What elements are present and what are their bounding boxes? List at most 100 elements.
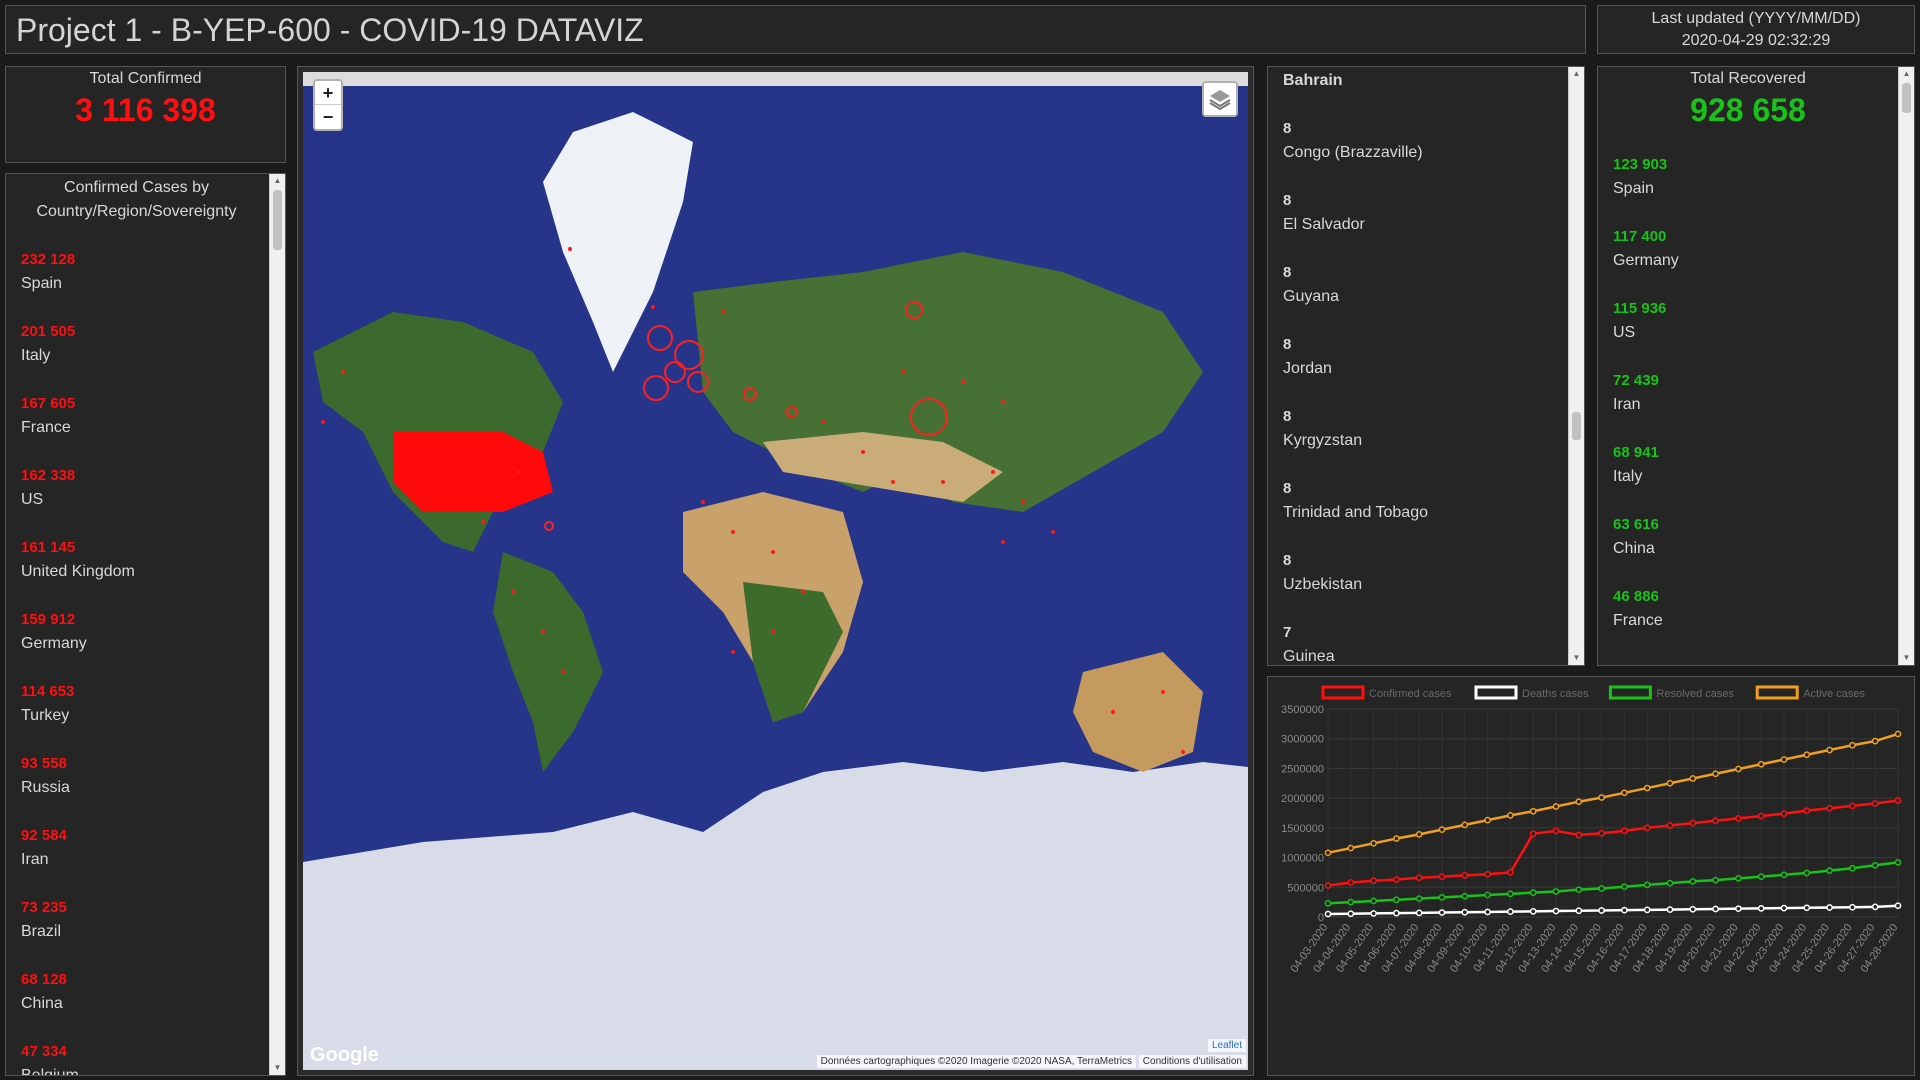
data-point [1689, 877, 1697, 885]
data-point [1484, 908, 1491, 916]
data-point [1370, 877, 1377, 885]
list-item-count: 46 886 [1613, 588, 1659, 605]
recovered-list-scrollbar[interactable]: ▲ ▼ [1898, 67, 1914, 665]
data-point [1757, 873, 1765, 880]
scroll-thumb[interactable] [1572, 412, 1581, 440]
confirmed-list-scrollbar[interactable]: ▲ ▼ [269, 174, 285, 1075]
list-item-country: Germany [21, 635, 87, 652]
list-item: 68 941 Italy [1598, 441, 1914, 489]
scroll-up-arrow-icon[interactable]: ▲ [1899, 67, 1914, 81]
data-point [1507, 869, 1514, 876]
data-point [1484, 870, 1491, 878]
total-confirmed-value: 3 116 398 [75, 92, 216, 128]
map-attribution: Données cartographiques ©2020 Imagerie ©… [816, 1055, 1136, 1068]
total-recovered-panel[interactable]: Total Recovered 928 658 123 903 Spain 117… [1597, 66, 1915, 666]
data-point [1666, 822, 1674, 829]
data-point [1689, 905, 1697, 913]
data-point [1552, 827, 1560, 835]
list-item-count: 63 616 [1613, 516, 1659, 533]
list-item-count: 114 653 [21, 683, 75, 700]
list-item: 72 439 Iran [1598, 369, 1914, 417]
zoom-in-button[interactable]: + [315, 81, 341, 105]
data-point [1415, 831, 1423, 838]
world-map[interactable]: + − Google Données cartographiques ©2020… [303, 72, 1248, 1070]
list-item-country: Russia [21, 779, 70, 796]
data-point [1849, 864, 1856, 872]
scroll-up-arrow-icon[interactable]: ▲ [270, 174, 285, 188]
list-item: 117 400 Germany [1598, 225, 1914, 273]
list-item-country: Uzbekistan [1283, 576, 1363, 593]
deaths-list-scrollbar[interactable]: ▲ ▼ [1568, 67, 1584, 665]
legend-label: Active cases [1803, 688, 1865, 700]
list-item: 114 653 Turkey [6, 680, 285, 728]
map-panel[interactable]: + − Google Données cartographiques ©2020… [297, 66, 1254, 1076]
data-point [1666, 906, 1674, 913]
data-point [1643, 881, 1651, 889]
data-point [1370, 897, 1377, 905]
confirmed-list-panel[interactable]: Confirmed Cases by Country/Region/Sovere… [5, 173, 286, 1076]
data-point [1461, 892, 1469, 900]
data-point [1735, 765, 1742, 773]
list-item-count: 117 400 [1613, 228, 1667, 245]
list-item-count: 8 [1283, 120, 1292, 137]
data-point [1689, 819, 1697, 827]
list-item-count: 68 128 [21, 971, 67, 988]
data-point [1552, 888, 1560, 895]
list-item: 46 886 France [1598, 585, 1914, 633]
data-point [1575, 798, 1583, 806]
list-item-count: 72 439 [1613, 372, 1659, 389]
terms-link[interactable]: Conditions d'utilisation [1138, 1055, 1246, 1068]
scroll-thumb[interactable] [1902, 83, 1911, 113]
y-tick-label: 3500000 [1281, 704, 1324, 716]
y-tick-label: 500000 [1287, 882, 1324, 894]
list-item-count: 8 [1283, 192, 1292, 209]
layers-button[interactable] [1202, 81, 1238, 117]
list-item: 8 Guyana [1268, 261, 1584, 309]
scroll-down-arrow-icon[interactable]: ▼ [1899, 651, 1914, 665]
legend-swatch [1474, 685, 1518, 700]
data-point [1598, 829, 1605, 837]
y-tick-label: 1000000 [1281, 853, 1324, 865]
data-point [1803, 807, 1811, 814]
data-point [1643, 824, 1651, 832]
list-item: 162 338 US [6, 464, 285, 512]
data-point [1324, 882, 1332, 889]
deaths-list-panel[interactable]: Bahrain 8 Congo (Brazzaville) 8 El Salvado… [1267, 66, 1585, 666]
data-point [1780, 871, 1788, 879]
data-point [1415, 874, 1423, 882]
data-point [1849, 903, 1856, 911]
scroll-thumb[interactable] [273, 190, 282, 250]
list-item-country: France [21, 419, 71, 436]
list-item-count: 92 584 [21, 827, 67, 844]
data-point [1529, 830, 1537, 838]
legend-swatch [1755, 685, 1799, 700]
list-item-country: US [21, 491, 44, 508]
leaflet-link[interactable]: Leaflet [1207, 1039, 1246, 1052]
data-point [1415, 909, 1423, 917]
data-point [1324, 899, 1332, 907]
list-item-country: Iran [1613, 396, 1641, 413]
total-confirmed-panel: Total Confirmed 3 116 398 [5, 66, 286, 163]
data-point [1712, 905, 1719, 913]
scroll-up-arrow-icon[interactable]: ▲ [1569, 67, 1584, 81]
zoom-out-button[interactable]: − [315, 105, 341, 129]
list-item: 63 616 China [1598, 513, 1914, 561]
series-line [1327, 904, 1899, 916]
cases-line-chart: Confirmed cases Deaths cases Resolved case… [1281, 685, 1902, 975]
list-item-count: 73 235 [21, 899, 67, 916]
list-item-country: Germany [1613, 252, 1679, 269]
data-point [1643, 784, 1651, 792]
data-point [1347, 844, 1355, 852]
y-tick-label: 2000000 [1281, 793, 1324, 805]
list-item-country: Spain [21, 275, 62, 292]
scroll-down-arrow-icon[interactable]: ▼ [1569, 651, 1584, 665]
zoom-controls: + − [313, 79, 343, 131]
total-confirmed-label: Total Confirmed [89, 70, 202, 87]
list-item: 8 Kyrgyzstan [1268, 405, 1584, 453]
data-point [1370, 910, 1377, 917]
list-item-country: Italy [1613, 468, 1643, 485]
google-logo: Google [310, 1044, 379, 1066]
scroll-down-arrow-icon[interactable]: ▼ [270, 1061, 285, 1075]
list-item-count: 161 145 [21, 539, 76, 556]
list-item: 8 Uzbekistan [1268, 549, 1584, 597]
